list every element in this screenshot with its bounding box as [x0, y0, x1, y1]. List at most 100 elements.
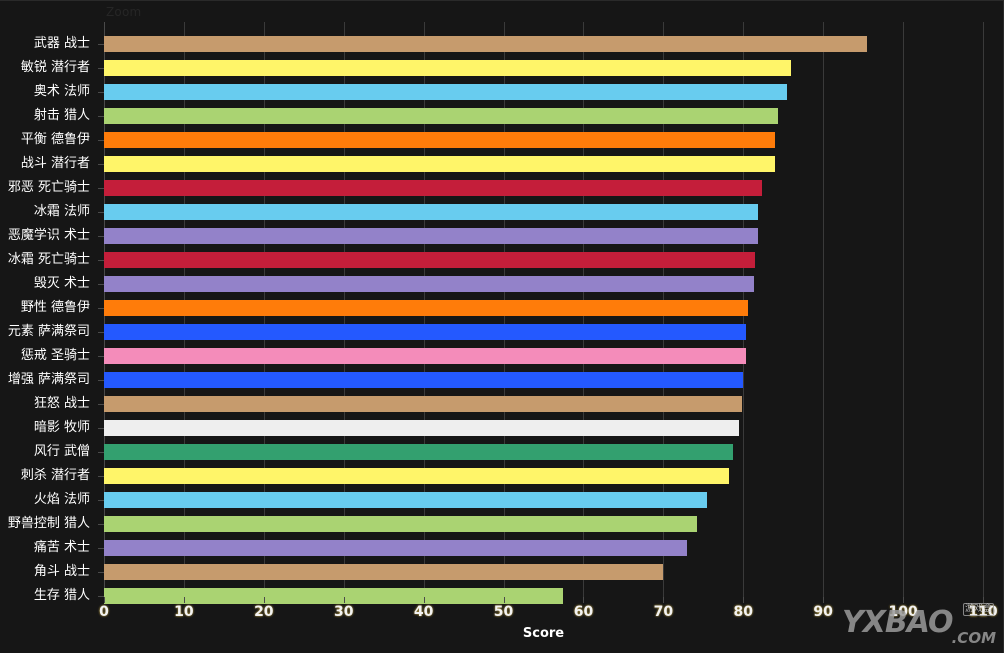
bar[interactable]: [104, 492, 707, 508]
x-axis-label-10: 10: [174, 604, 193, 620]
bar-row[interactable]: [104, 272, 983, 296]
y-axis-label: 火焰 法师: [34, 488, 90, 512]
y-axis-label: 毁灭 术士: [34, 272, 90, 296]
window-top-edge: [0, 0, 1004, 1]
bar[interactable]: [104, 444, 733, 460]
bar-row[interactable]: [104, 416, 983, 440]
y-axis-label: 武器 战士: [34, 32, 90, 56]
x-axis-tick-90: [823, 597, 824, 603]
x-axis-label-20: 20: [254, 604, 273, 620]
y-axis-label: 元素 萨满祭司: [8, 320, 90, 344]
bar-row[interactable]: [104, 560, 983, 584]
bar[interactable]: [104, 156, 775, 172]
bar-row[interactable]: [104, 200, 983, 224]
y-axis-label: 敏锐 潜行者: [21, 56, 90, 80]
bar-row[interactable]: [104, 392, 983, 416]
x-axis-label-60: 60: [574, 604, 593, 620]
y-axis-label: 惩戒 圣骑士: [21, 344, 90, 368]
bar[interactable]: [104, 204, 758, 220]
bar-row[interactable]: [104, 440, 983, 464]
bar-row[interactable]: [104, 80, 983, 104]
x-axis-tick-0: [104, 597, 105, 603]
x-axis-label-70: 70: [654, 604, 673, 620]
x-axis-tick-60: [583, 597, 584, 603]
x-axis-tick-30: [344, 597, 345, 603]
y-axis-label: 暗影 牧师: [34, 416, 90, 440]
y-axis-label: 刺杀 潜行者: [21, 464, 90, 488]
bar[interactable]: [104, 420, 739, 436]
bar-row[interactable]: [104, 296, 983, 320]
bar-series: [104, 22, 983, 597]
x-axis-tick-40: [424, 597, 425, 603]
y-axis-label: 角斗 战士: [34, 560, 90, 584]
bar[interactable]: [104, 348, 746, 364]
x-axis-label-110: 110: [968, 604, 997, 620]
y-axis-label: 恶魔学识 术士: [8, 224, 90, 248]
x-axis-title: Score: [523, 626, 564, 641]
bar-row[interactable]: [104, 488, 983, 512]
zoom-mode-label: Zoom: [106, 5, 141, 19]
bar-row[interactable]: [104, 176, 983, 200]
bar[interactable]: [104, 228, 758, 244]
bar[interactable]: [104, 132, 775, 148]
x-axis-label-30: 30: [334, 604, 353, 620]
bar-row[interactable]: [104, 368, 983, 392]
bar[interactable]: [104, 36, 867, 52]
x-axis-label-40: 40: [414, 604, 433, 620]
x-axis-tick-20: [264, 597, 265, 603]
bar[interactable]: [104, 252, 755, 268]
bar[interactable]: [104, 324, 746, 340]
bar[interactable]: [104, 564, 663, 580]
bar-row[interactable]: [104, 104, 983, 128]
y-axis-categories: 武器 战士敏锐 潜行者奥术 法师射击 猎人平衡 德鲁伊战斗 潜行者邪恶 死亡骑士…: [0, 22, 98, 597]
y-axis-label: 奥术 法师: [34, 80, 90, 104]
bar-row[interactable]: [104, 56, 983, 80]
x-axis-label-90: 90: [813, 604, 832, 620]
bar[interactable]: [104, 84, 787, 100]
x-axis-tick-70: [663, 597, 664, 603]
bar-row[interactable]: [104, 536, 983, 560]
plot-area[interactable]: Zoom: [104, 22, 983, 597]
bar[interactable]: [104, 108, 778, 124]
bar-row[interactable]: [104, 128, 983, 152]
y-axis-label: 冰霜 死亡骑士: [8, 248, 90, 272]
chart-page: 武器 战士敏锐 潜行者奥术 法师射击 猎人平衡 德鲁伊战斗 潜行者邪恶 死亡骑士…: [0, 0, 1004, 653]
bar-row[interactable]: [104, 512, 983, 536]
gridline-110: [983, 22, 984, 597]
bar[interactable]: [104, 300, 748, 316]
y-axis-label: 冰霜 法师: [34, 200, 90, 224]
bar[interactable]: [104, 372, 743, 388]
y-axis-label: 风行 武僧: [34, 440, 90, 464]
bar[interactable]: [104, 516, 697, 532]
y-axis-label: 痛苦 术士: [34, 536, 90, 560]
bar-row[interactable]: [104, 32, 983, 56]
bar[interactable]: [104, 60, 791, 76]
y-axis-label: 邪恶 死亡骑士: [8, 176, 90, 200]
bar-row[interactable]: [104, 152, 983, 176]
y-axis-label: 狂怒 战士: [34, 392, 90, 416]
bar[interactable]: [104, 540, 687, 556]
bar[interactable]: [104, 276, 754, 292]
x-axis-label-80: 80: [734, 604, 753, 620]
x-axis-tick-80: [743, 597, 744, 603]
bar-row[interactable]: [104, 344, 983, 368]
x-axis: 0102030405060708090100110 Score: [104, 597, 983, 653]
bar-row[interactable]: [104, 224, 983, 248]
bar-row[interactable]: [104, 320, 983, 344]
y-axis-label: 射击 猎人: [34, 104, 90, 128]
x-axis-tick-100: [903, 597, 904, 603]
y-axis-label: 战斗 潜行者: [21, 152, 90, 176]
bar-row[interactable]: [104, 464, 983, 488]
x-axis-tick-110: [983, 597, 984, 603]
y-axis-label: 野性 德鲁伊: [21, 296, 90, 320]
x-axis-label-100: 100: [888, 604, 917, 620]
bar[interactable]: [104, 180, 762, 196]
bar[interactable]: [104, 396, 742, 412]
bar[interactable]: [104, 468, 729, 484]
y-axis-label: 生存 猎人: [34, 584, 90, 608]
y-axis-label: 野兽控制 猎人: [8, 512, 90, 536]
bar-row[interactable]: [104, 248, 983, 272]
x-axis-label-50: 50: [494, 604, 513, 620]
x-axis-label-0: 0: [99, 604, 109, 620]
y-axis-label: 平衡 德鲁伊: [21, 128, 90, 152]
